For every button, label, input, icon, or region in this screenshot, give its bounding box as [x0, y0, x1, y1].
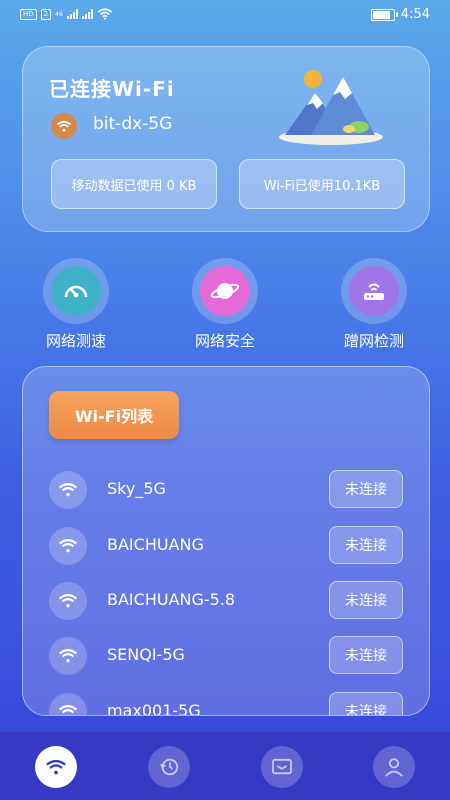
wifi-icon [49, 582, 87, 620]
connect-button[interactable]: 未连接 [329, 581, 403, 619]
history-icon [159, 758, 179, 776]
status-right: 4:54 [370, 7, 430, 22]
wifi-icon [49, 637, 87, 675]
status-left: HD 2 46 [20, 8, 113, 20]
connected-title: 已连接Wi-Fi [49, 77, 175, 101]
feature-speed-test[interactable]: 网络测速 [21, 258, 131, 351]
tab-wifi[interactable] [35, 746, 77, 788]
wifi-usage-button[interactable]: Wi-Fi已使用10.1KB [239, 159, 405, 209]
connected-wifi-icon [51, 113, 77, 139]
signal-icon [66, 9, 78, 19]
sim-badge: 2 [40, 8, 52, 20]
clock: 4:54 [400, 7, 430, 22]
tab-profile[interactable] [373, 746, 415, 788]
wifi-list-card: Wi-Fi列表 Sky_5G 未连接 BAICHUANG 未连接 BAICHUA… [22, 366, 430, 716]
wifi-list-item[interactable]: Sky_5G 未连接 [23, 467, 429, 513]
wifi-ssid: BAICHUANG [107, 535, 204, 554]
wifi-list-item[interactable]: BAICHUANG 未连接 [23, 523, 429, 569]
hd-badge: HD [20, 8, 37, 20]
profile-icon [385, 758, 403, 777]
wifi-icon [46, 759, 66, 774]
wifi-ssid: max001-5G [107, 701, 201, 716]
battery-icon [370, 8, 398, 21]
wifi-status-icon [97, 8, 112, 20]
feature-network-security[interactable]: 网络安全 [170, 258, 280, 351]
status-bar: HD 2 46 4:54 [0, 0, 450, 30]
connect-button[interactable]: 未连接 [329, 636, 403, 674]
feature-network-security-label: 网络安全 [194, 332, 255, 350]
feature-intruder-detect[interactable]: 蹭网检测 [319, 258, 429, 351]
router-icon [364, 283, 384, 300]
message-icon [272, 758, 292, 775]
mountain-illustration [279, 70, 383, 145]
connected-ssid: bit-dx-5G [93, 114, 173, 134]
connect-button[interactable]: 未连接 [329, 470, 403, 508]
wifi-list-item[interactable]: max001-5G 未连接 [23, 689, 429, 716]
wifi-list-header: Wi-Fi列表 [49, 391, 179, 439]
tab-history[interactable] [148, 746, 190, 788]
connected-card: 已连接Wi-Fi bit-dx-5G 移动数据已使用 0 KB Wi-Fi已使用… [22, 46, 430, 232]
mobile-data-usage-button[interactable]: 移动数据已使用 0 KB [51, 159, 217, 209]
speedometer-icon [64, 285, 88, 298]
wifi-list-item[interactable]: BAICHUANG-5.8 未连接 [23, 578, 429, 624]
connect-button[interactable]: 未连接 [329, 692, 403, 715]
feature-intruder-detect-label: 蹭网检测 [343, 332, 404, 350]
wifi-ssid: Sky_5G [107, 479, 166, 498]
wifi-icon [49, 527, 87, 565]
wifi-icon [49, 693, 87, 715]
bottom-tab-bar [0, 732, 450, 800]
wifi-ssid: SENQI-5G [107, 645, 185, 664]
wifi-icon [49, 471, 87, 509]
feature-speed-test-label: 网络测速 [45, 332, 106, 350]
wifi-list-item[interactable]: SENQI-5G 未连接 [23, 633, 429, 679]
wifi-ssid: BAICHUANG-5.8 [107, 590, 236, 609]
tab-messages[interactable] [261, 746, 303, 788]
network-label: 46 [55, 10, 63, 18]
signal-2-icon [81, 9, 93, 19]
planet-icon [210, 283, 240, 299]
connect-button[interactable]: 未连接 [329, 526, 403, 564]
